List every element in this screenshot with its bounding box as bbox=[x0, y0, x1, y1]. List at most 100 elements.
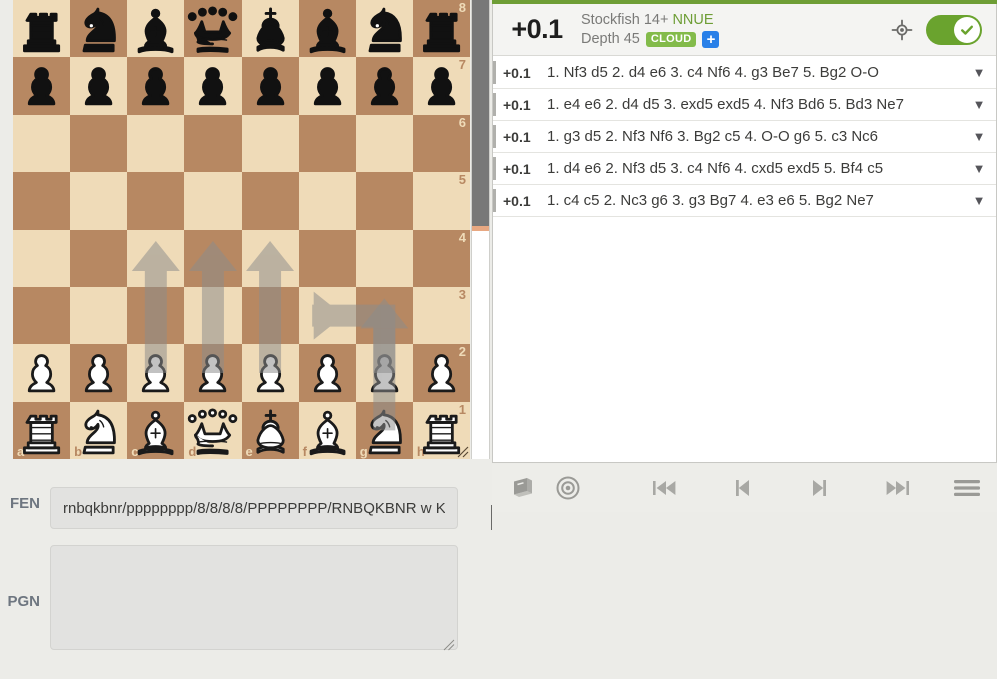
piece-wn-g1[interactable] bbox=[356, 402, 413, 459]
board-square-a4[interactable] bbox=[13, 229, 71, 287]
board-square-g7[interactable] bbox=[355, 57, 413, 115]
board-square-d4[interactable] bbox=[184, 229, 242, 287]
chevron-down-icon[interactable]: ▼ bbox=[962, 65, 996, 80]
pgn-input[interactable] bbox=[50, 545, 458, 650]
board-square-a3[interactable] bbox=[13, 286, 71, 345]
board-square-e3[interactable] bbox=[241, 286, 299, 345]
board-square-e6[interactable] bbox=[241, 114, 299, 173]
skip-backward-icon[interactable] bbox=[625, 466, 703, 510]
board-square-g3[interactable] bbox=[355, 286, 413, 345]
chess-board[interactable]: 876 5 4 3 2 abcdefg1h bbox=[13, 0, 470, 459]
step-backward-icon[interactable] bbox=[703, 466, 781, 510]
piece-wp-f2[interactable] bbox=[299, 344, 356, 401]
piece-wr-h1[interactable] bbox=[413, 402, 470, 459]
board-square-h1[interactable]: 1h bbox=[412, 401, 470, 459]
variation-moves[interactable]: 1. g3 d5 2. Nf3 Nf6 3. Bg2 c5 4. O-O g6 … bbox=[547, 128, 962, 145]
engine-power-toggle[interactable] bbox=[926, 14, 982, 45]
board-square-c1[interactable]: c bbox=[127, 401, 185, 459]
board-square-b2[interactable] bbox=[70, 344, 128, 402]
board-square-a7[interactable] bbox=[13, 57, 71, 115]
board-square-a1[interactable]: a bbox=[13, 401, 71, 459]
board-square-f2[interactable] bbox=[298, 344, 356, 402]
board-square-a2[interactable] bbox=[13, 344, 71, 402]
board-square-e8[interactable] bbox=[241, 0, 299, 58]
piece-bp-d7[interactable] bbox=[184, 57, 241, 114]
board-square-f7[interactable] bbox=[298, 57, 356, 115]
board-square-c8[interactable] bbox=[127, 0, 185, 58]
piece-bk-e8[interactable] bbox=[242, 0, 299, 57]
piece-bn-b8[interactable] bbox=[70, 0, 127, 57]
board-square-d5[interactable] bbox=[184, 172, 242, 230]
board-square-f1[interactable]: f bbox=[298, 401, 356, 459]
board-square-e1[interactable]: e bbox=[241, 401, 299, 459]
piece-wp-c2[interactable] bbox=[127, 344, 184, 401]
piece-bq-d8[interactable] bbox=[184, 0, 241, 57]
board-square-c4[interactable] bbox=[127, 229, 185, 287]
piece-bb-f8[interactable] bbox=[299, 0, 356, 57]
board-square-b4[interactable] bbox=[70, 229, 128, 287]
piece-wp-e2[interactable] bbox=[242, 344, 299, 401]
board-square-h5[interactable]: 5 bbox=[412, 172, 470, 230]
chevron-down-icon[interactable]: ▼ bbox=[962, 193, 996, 208]
board-square-b7[interactable] bbox=[70, 57, 128, 115]
board-square-h3[interactable]: 3 bbox=[412, 286, 470, 345]
board-square-d7[interactable] bbox=[184, 57, 242, 115]
hamburger-menu-icon[interactable] bbox=[937, 466, 997, 510]
board-square-e5[interactable] bbox=[241, 172, 299, 230]
chevron-down-icon[interactable]: ▼ bbox=[962, 129, 996, 144]
board-square-d3[interactable] bbox=[184, 286, 242, 345]
board-square-g8[interactable] bbox=[355, 0, 413, 58]
board-square-a8[interactable] bbox=[13, 0, 71, 58]
board-square-h6[interactable]: 6 bbox=[412, 114, 470, 173]
piece-bp-g7[interactable] bbox=[356, 57, 413, 114]
piece-bp-b7[interactable] bbox=[70, 57, 127, 114]
skip-forward-icon[interactable] bbox=[859, 466, 937, 510]
board-square-f4[interactable] bbox=[298, 229, 356, 287]
book-icon[interactable] bbox=[502, 466, 546, 510]
board-square-g4[interactable] bbox=[355, 229, 413, 287]
board-square-f5[interactable] bbox=[298, 172, 356, 230]
piece-wp-a2[interactable] bbox=[13, 344, 70, 401]
board-square-a5[interactable] bbox=[13, 172, 71, 230]
board-square-g1[interactable]: g bbox=[355, 401, 413, 459]
piece-wb-f1[interactable] bbox=[299, 402, 356, 459]
engine-variation-row[interactable]: +0.1 1. Nf3 d5 2. d4 e6 3. c4 Nf6 4. g3 B… bbox=[493, 57, 996, 89]
board-square-a6[interactable] bbox=[13, 114, 71, 173]
board-square-d8[interactable] bbox=[184, 0, 242, 58]
board-square-b8[interactable] bbox=[70, 0, 128, 58]
chess-board-area[interactable]: 876 5 4 3 2 abcdefg1h bbox=[13, 0, 470, 459]
piece-wp-g2[interactable] bbox=[356, 344, 413, 401]
board-square-d6[interactable] bbox=[184, 114, 242, 173]
piece-wk-e1[interactable] bbox=[242, 402, 299, 459]
piece-bp-c7[interactable] bbox=[127, 57, 184, 114]
engine-variation-row[interactable]: +0.1 1. d4 e6 2. Nf3 d5 3. c4 Nf6 4. cxd5… bbox=[493, 153, 996, 185]
piece-wr-a1[interactable] bbox=[13, 402, 70, 459]
piece-wq-d1[interactable] bbox=[184, 402, 241, 459]
board-square-g6[interactable] bbox=[355, 114, 413, 173]
piece-bb-c8[interactable] bbox=[127, 0, 184, 57]
piece-bn-g8[interactable] bbox=[356, 0, 413, 57]
piece-bp-a7[interactable] bbox=[13, 57, 70, 114]
board-square-b6[interactable] bbox=[70, 114, 128, 173]
board-square-f6[interactable] bbox=[298, 114, 356, 173]
piece-wn-b1[interactable] bbox=[70, 402, 127, 459]
board-square-g5[interactable] bbox=[355, 172, 413, 230]
piece-wp-d2[interactable] bbox=[184, 344, 241, 401]
board-square-d1[interactable]: d bbox=[184, 401, 242, 459]
step-forward-icon[interactable] bbox=[781, 466, 859, 510]
board-square-c7[interactable] bbox=[127, 57, 185, 115]
piece-wp-h2[interactable] bbox=[413, 344, 470, 401]
board-square-h8[interactable]: 8 bbox=[412, 0, 470, 58]
target-circle-icon[interactable] bbox=[546, 466, 590, 510]
piece-wb-c1[interactable] bbox=[127, 402, 184, 459]
board-square-b1[interactable]: b bbox=[70, 401, 128, 459]
piece-wp-b2[interactable] bbox=[70, 344, 127, 401]
chevron-down-icon[interactable]: ▼ bbox=[962, 161, 996, 176]
variation-moves[interactable]: 1. Nf3 d5 2. d4 e6 3. c4 Nf6 4. g3 Be7 5… bbox=[547, 64, 962, 81]
add-line-button[interactable]: + bbox=[702, 31, 720, 49]
board-square-e4[interactable] bbox=[241, 229, 299, 287]
piece-bp-h7[interactable] bbox=[413, 57, 470, 114]
board-square-c2[interactable] bbox=[127, 344, 185, 402]
board-square-e7[interactable] bbox=[241, 57, 299, 115]
engine-variation-row[interactable]: +0.1 1. e4 e6 2. d4 d5 3. exd5 exd5 4. Nf… bbox=[493, 89, 996, 121]
